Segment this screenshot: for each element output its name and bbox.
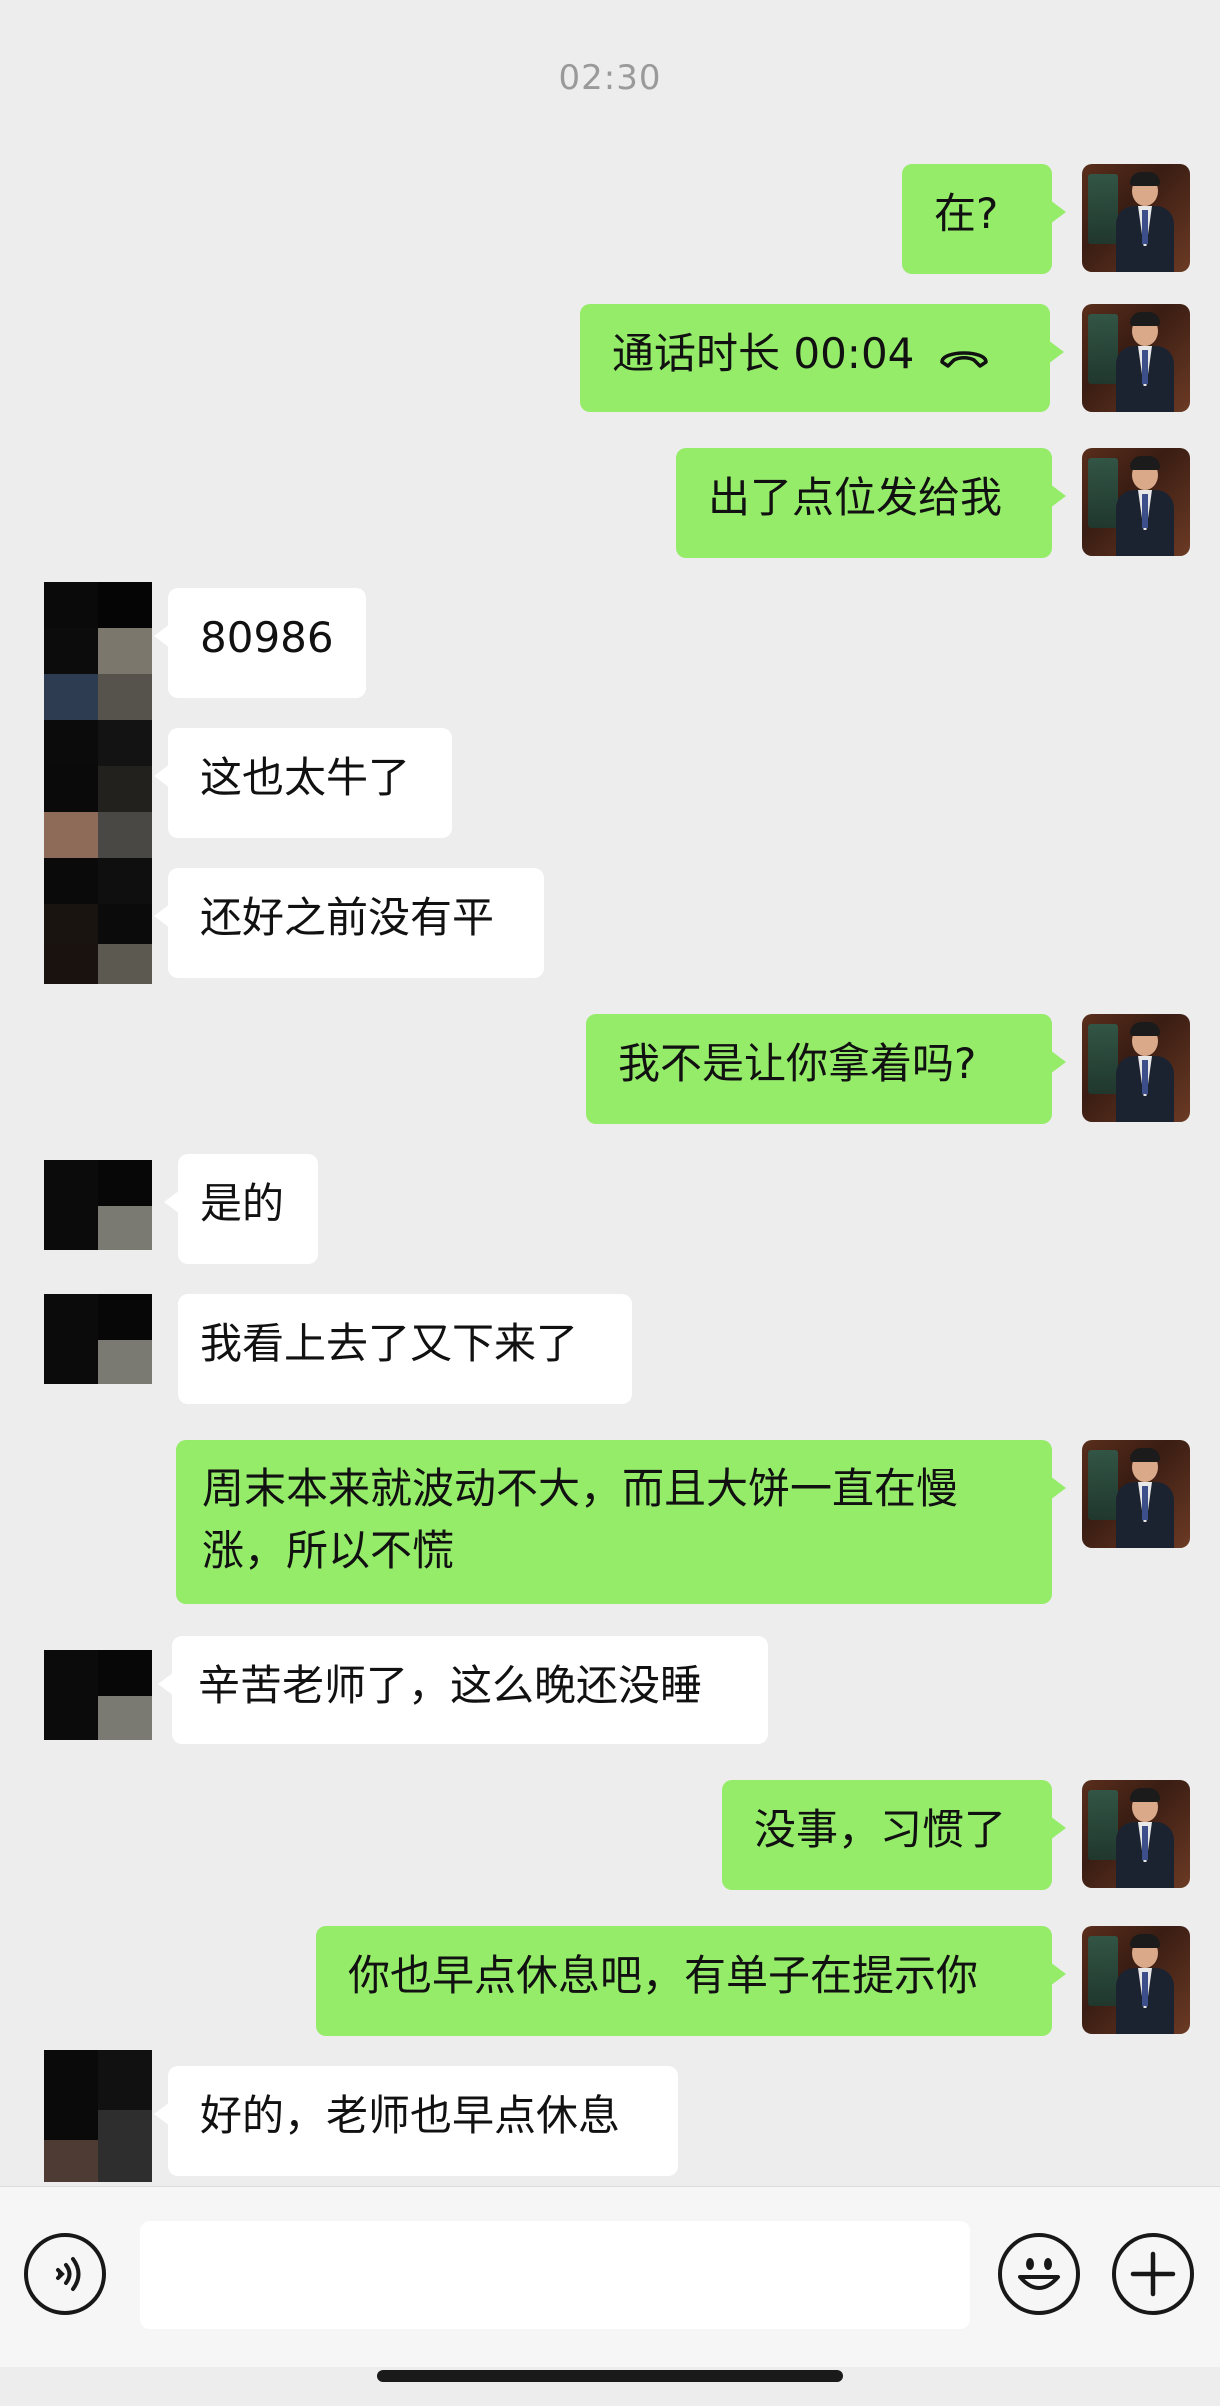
message-bubble-received[interactable]: 是的 [164,1154,318,1264]
my-avatar[interactable] [1082,304,1190,412]
contact-avatar[interactable] [44,1160,152,1250]
message-text: 没事，习惯了 [754,1805,1007,1854]
message-input[interactable] [140,2221,970,2329]
message-text: 通话时长 00:04 [612,329,915,378]
message-bubble-received[interactable]: 还好之前没有平 [154,868,544,978]
plus-button[interactable] [1112,2233,1194,2315]
message-text: 辛苦老师了，这么晚还没睡 [198,1661,703,1710]
phone-hangup-icon [940,350,988,368]
message-bubble-sent[interactable]: 我不是让你拿着吗? [586,1014,1066,1124]
message-bubble-received[interactable]: 80986 [154,588,366,698]
emoji-icon [1018,2258,1060,2290]
message-bubble-sent[interactable]: 没事，习惯了 [722,1780,1066,1890]
plus-icon [1130,2251,1176,2297]
chat-time: 02:30 [558,58,662,98]
message-bubble-received[interactable]: 这也太牛了 [154,728,452,838]
emoji-button[interactable] [998,2233,1080,2315]
contact-avatar[interactable] [44,582,152,984]
input-bar [0,2186,1220,2367]
message-text: 还好之前没有平 [200,893,495,942]
message-text: 这也太牛了 [200,753,411,802]
message-bubble-received[interactable]: 我看上去了又下来了 [178,1294,632,1404]
message-text: 是的 [200,1179,285,1228]
message-bubble-sent[interactable]: 你也早点休息吧，有单子在提示你 [316,1926,1066,2036]
message-text: 你也早点休息吧，有单子在提示你 [348,1951,979,2000]
my-avatar[interactable] [1082,1926,1190,2034]
my-avatar[interactable] [1082,1780,1190,1888]
message-text: 周末本来就波动不大，而且大饼一直在慢涨，所以不慌 [202,1464,959,1575]
voice-icon [56,2257,81,2291]
my-avatar[interactable] [1082,1440,1190,1548]
message-text: 在? [934,189,999,238]
message-text: 好的，老师也早点休息 [200,2091,621,2140]
message-bubble-call[interactable]: 通话时长 00:04 [580,304,1064,412]
message-bubble-received[interactable]: 辛苦老师了，这么晚还没睡 [158,1636,768,1744]
message-text: 出了点位发给我 [708,473,1003,522]
my-avatar[interactable] [1082,1014,1190,1122]
contact-avatar[interactable] [44,1294,152,1384]
home-indicator[interactable] [377,2370,843,2382]
message-text: 80986 [200,613,334,662]
message-bubble-sent[interactable]: 在? [902,164,1066,274]
message-bubble-sent[interactable]: 出了点位发给我 [676,448,1066,558]
message-text: 我不是让你拿着吗? [618,1039,977,1088]
contact-avatar[interactable] [44,1650,152,1740]
my-avatar[interactable] [1082,164,1190,272]
contact-avatar[interactable] [44,2050,152,2182]
message-bubble-sent[interactable]: 周末本来就波动不大，而且大饼一直在慢涨，所以不慌 [176,1440,1066,1604]
my-avatar[interactable] [1082,448,1190,556]
message-text: 我看上去了又下来了 [200,1319,579,1368]
voice-button[interactable] [24,2233,106,2315]
message-bubble-received[interactable]: 好的，老师也早点休息 [154,2066,678,2176]
